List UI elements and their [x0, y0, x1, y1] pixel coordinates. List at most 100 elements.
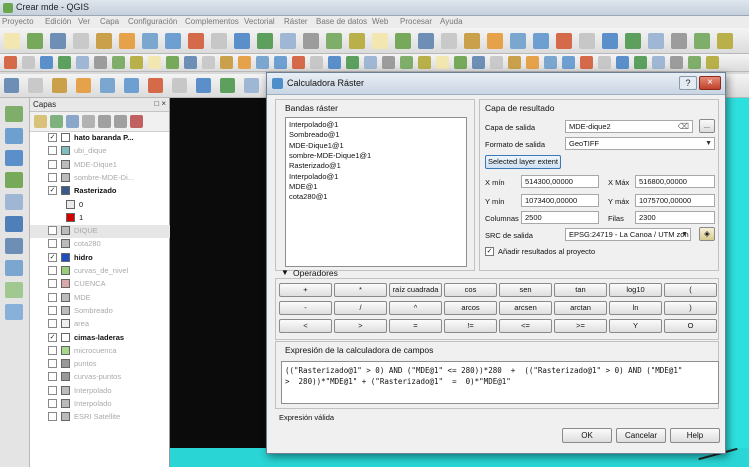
edit-icon[interactable] [22, 56, 35, 69]
identify-icon[interactable] [234, 33, 250, 49]
layer-visibility-checkbox[interactable]: ✓ [48, 252, 57, 262]
band-item[interactable]: MDE@1 [289, 182, 317, 192]
layer-item[interactable]: ✓ Rasterizado [30, 185, 170, 198]
open-project-icon[interactable] [27, 33, 43, 49]
menu-item[interactable]: Capa [100, 17, 119, 26]
layer-visibility-checkbox[interactable] [48, 172, 57, 182]
layer-item[interactable]: CUENCA [30, 278, 170, 291]
layer-visibility-checkbox[interactable] [48, 239, 57, 249]
node-tool-icon[interactable] [274, 56, 287, 69]
cut-icon[interactable] [670, 56, 683, 69]
layer-visibility-checkbox[interactable] [48, 292, 57, 302]
operator-button[interactable]: * [334, 283, 387, 297]
digitize-icon[interactable] [364, 56, 377, 69]
label-icon[interactable] [717, 33, 733, 49]
print-icon[interactable] [96, 33, 112, 49]
print-icon[interactable] [464, 33, 480, 49]
copy-icon[interactable] [148, 56, 161, 69]
remove-layer-icon[interactable] [130, 115, 143, 128]
edit-icon[interactable] [562, 56, 575, 69]
add-postgis-layer-icon[interactable] [5, 150, 23, 166]
output-format-select[interactable]: GeoTIFF ▼ [565, 137, 715, 150]
save-edits-icon[interactable] [580, 56, 593, 69]
operator-button[interactable]: - [279, 301, 332, 315]
operator-button[interactable]: ^ [389, 301, 442, 315]
layer-item[interactable]: MDE-Dique1 [30, 159, 170, 172]
zoom-out-icon[interactable] [533, 33, 549, 49]
layer-item[interactable]: ✓ cimas-laderas [30, 332, 170, 345]
add-ring-icon[interactable] [76, 78, 91, 93]
operator-button[interactable]: >= [554, 319, 607, 333]
operator-button[interactable]: / [334, 301, 387, 315]
operator-button[interactable]: cos [444, 283, 497, 297]
move-feature-icon[interactable] [256, 56, 269, 69]
menu-item[interactable]: Ver [78, 17, 90, 26]
add-wcs-layer-icon[interactable] [5, 238, 23, 254]
layer-item[interactable]: curvas_de_nivel [30, 265, 170, 278]
offset-icon[interactable] [148, 78, 163, 93]
layer-visibility-checkbox[interactable] [48, 159, 57, 169]
operator-button[interactable]: O [664, 319, 717, 333]
layer-item[interactable]: Interpolado [30, 398, 170, 411]
layer-visibility-checkbox[interactable]: ✓ [48, 133, 57, 142]
zoom-full-icon[interactable] [556, 33, 572, 49]
delete-icon[interactable] [472, 56, 485, 69]
cut-icon[interactable] [130, 56, 143, 69]
digitize-icon[interactable] [544, 56, 557, 69]
add-feature-icon[interactable] [238, 56, 251, 69]
layer-item[interactable]: Interpolado [30, 385, 170, 398]
copy-icon[interactable] [688, 56, 701, 69]
copy-icon[interactable] [328, 56, 341, 69]
node-tool-icon[interactable] [634, 56, 647, 69]
help-button[interactable]: Help [670, 428, 720, 443]
ok-button[interactable]: OK [562, 428, 612, 443]
layer-visibility-checkbox[interactable] [48, 385, 57, 395]
menu-item[interactable]: Edición [45, 17, 71, 26]
new-project-icon[interactable] [372, 33, 388, 49]
operator-button[interactable]: > [334, 319, 387, 333]
add-feature-icon[interactable] [598, 56, 611, 69]
snapping-icon[interactable] [244, 78, 259, 93]
operator-button[interactable]: ) [664, 301, 717, 315]
paste-icon[interactable] [706, 56, 719, 69]
browse-button[interactable]: ... [699, 119, 715, 133]
add-feature-icon[interactable] [418, 56, 431, 69]
node-tool-icon[interactable] [454, 56, 467, 69]
layer-visibility-checkbox[interactable] [48, 319, 57, 329]
output-crs-select[interactable]: EPSG:24719 - La Canoa / UTM zon ▼ [565, 228, 691, 241]
raster-bands-list[interactable]: Interpolado@1 Sombreado@1 MDE-Dique1@1 somb… [285, 117, 467, 267]
layer-visibility-checkbox[interactable] [48, 226, 57, 236]
snapping-icon[interactable] [4, 78, 19, 93]
attribute-table-icon[interactable] [303, 33, 319, 49]
menu-item[interactable]: Complementos [185, 17, 239, 26]
close-icon[interactable]: × [699, 76, 721, 90]
rows-input[interactable]: 2300 [635, 211, 715, 224]
save-edits-icon[interactable] [220, 56, 233, 69]
add-spatialite-layer-icon[interactable] [5, 172, 23, 188]
cut-icon[interactable] [310, 56, 323, 69]
xmin-input[interactable]: 514300,00000 [521, 175, 599, 188]
clear-field-icon[interactable]: ⌫ [678, 121, 689, 132]
operator-button[interactable]: < [279, 319, 332, 333]
layer-item[interactable]: MDE [30, 292, 170, 305]
select-icon[interactable] [648, 33, 664, 49]
save-project-icon[interactable] [50, 33, 66, 49]
layer-item[interactable]: cota280 [30, 238, 170, 251]
reshape-icon[interactable] [124, 78, 139, 93]
band-item[interactable]: cota280@1 [289, 192, 327, 202]
move-feature-icon[interactable] [616, 56, 629, 69]
node-tool-icon[interactable] [94, 56, 107, 69]
add-to-project-checkbox[interactable]: ✓ [485, 247, 494, 256]
save-edits-icon[interactable] [400, 56, 413, 69]
operator-button[interactable]: sen [499, 283, 552, 297]
layer-visibility-checkbox[interactable] [48, 345, 57, 355]
layer-visibility-checkbox[interactable] [48, 279, 57, 289]
copy-icon[interactable] [508, 56, 521, 69]
add-raster-layer-icon[interactable] [5, 128, 23, 144]
cut-icon[interactable] [490, 56, 503, 69]
menu-item[interactable]: Base de datos [316, 17, 367, 26]
split-icon[interactable] [172, 78, 187, 93]
layer-item[interactable]: microcuenca [30, 345, 170, 358]
new-project-icon[interactable] [4, 33, 20, 49]
measure-icon[interactable] [257, 33, 273, 49]
